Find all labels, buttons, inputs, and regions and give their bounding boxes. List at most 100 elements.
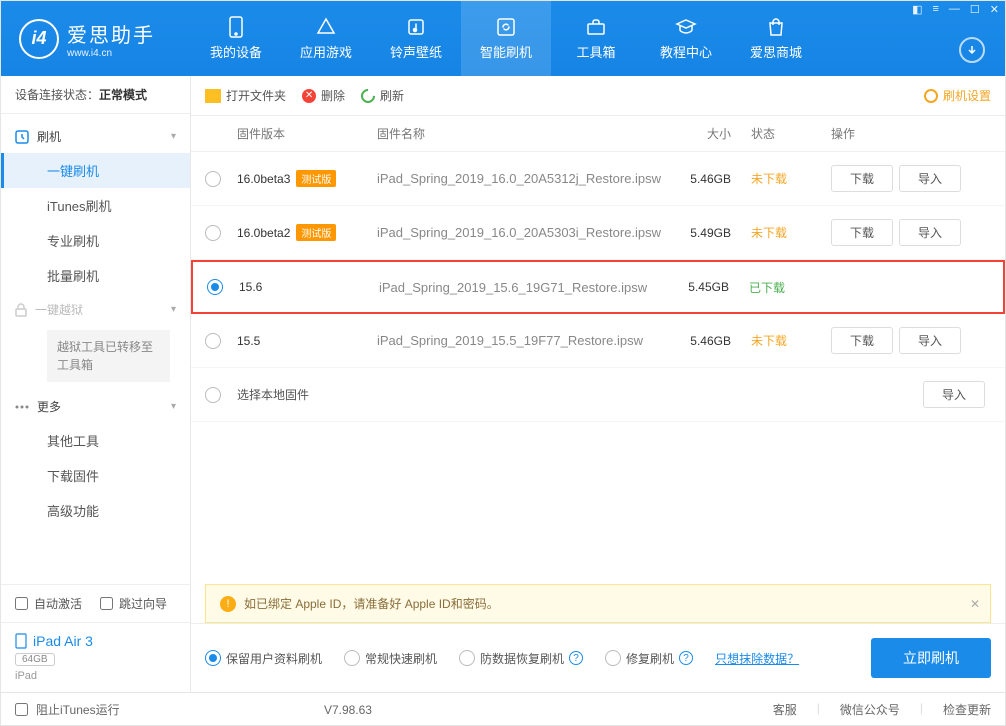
maximize-icon[interactable]: ☐: [970, 3, 980, 16]
radio-button[interactable]: [205, 650, 221, 666]
sidebar-item-other-tools[interactable]: 其他工具: [1, 423, 190, 458]
import-button[interactable]: 导入: [899, 165, 961, 192]
fw-name: iPad_Spring_2019_15.6_19G71_Restore.ipsw: [379, 280, 669, 295]
auto-activate-checkbox[interactable]: [15, 597, 28, 610]
option-repair[interactable]: 修复刷机 ?: [605, 650, 693, 667]
import-button[interactable]: 导入: [923, 381, 985, 408]
check-update-link[interactable]: 检查更新: [943, 701, 991, 718]
flash-settings-button[interactable]: 刷机设置: [924, 87, 991, 104]
sidebar-item-advanced[interactable]: 高级功能: [1, 493, 190, 528]
refresh-icon: [358, 86, 378, 106]
fw-version: 16.0beta2测试版: [237, 224, 377, 241]
table-row[interactable]: 15.6 iPad_Spring_2019_15.6_19G71_Restore…: [191, 260, 1005, 314]
footer: 阻止iTunes运行 V7.98.63 客服 | 微信公众号 | 检查更新: [1, 692, 1005, 726]
sidebar-item-download-fw[interactable]: 下载固件: [1, 458, 190, 493]
list-icon[interactable]: ≡: [932, 3, 938, 16]
wechat-link[interactable]: 微信公众号: [840, 701, 900, 718]
apps-icon: [315, 16, 337, 38]
fw-status: 已下载: [749, 279, 829, 296]
folder-icon: [205, 89, 221, 103]
download-manager-icon[interactable]: [959, 37, 985, 63]
help-icon[interactable]: ?: [679, 651, 693, 665]
chevron-down-icon: ▾: [171, 131, 176, 142]
toolbar: 打开文件夹 ✕ 删除 刷新 刷机设置: [191, 76, 1005, 116]
nav-flash[interactable]: 智能刷机: [461, 1, 551, 76]
version-label: V7.98.63: [324, 703, 372, 717]
option-normal[interactable]: 常规快速刷机: [344, 650, 437, 667]
fw-name: iPad_Spring_2019_16.0_20A5312j_Restore.i…: [377, 171, 671, 186]
device-info[interactable]: iPad Air 3 64GB iPad: [1, 622, 190, 692]
local-firmware-row[interactable]: 选择本地固件 导入: [191, 368, 1005, 422]
sidebar-item-oneclick-flash[interactable]: 一键刷机: [1, 153, 190, 188]
table-row[interactable]: 15.5 iPad_Spring_2019_15.5_19F77_Restore…: [191, 314, 1005, 368]
download-button[interactable]: 下载: [831, 327, 893, 354]
block-itunes-checkbox[interactable]: [15, 703, 28, 716]
sidebar-item-pro-flash[interactable]: 专业刷机: [1, 223, 190, 258]
refresh-button[interactable]: 刷新: [361, 87, 404, 104]
logo[interactable]: i4 爱思助手 www.i4.cn: [1, 19, 191, 59]
fw-name: iPad_Spring_2019_16.0_20A5303i_Restore.i…: [377, 225, 671, 240]
radio-button[interactable]: [459, 650, 475, 666]
app-header: i4 爱思助手 www.i4.cn 我的设备 应用游戏 铃声壁纸 智能刷机 工具…: [1, 1, 1005, 76]
close-notice-button[interactable]: ✕: [970, 597, 980, 611]
help-icon[interactable]: ?: [569, 651, 583, 665]
minimize-icon[interactable]: —: [949, 3, 960, 16]
lock-icon: [15, 303, 27, 317]
gear-icon: [924, 89, 938, 103]
local-firmware-label: 选择本地固件: [237, 386, 831, 403]
fw-status: 未下载: [751, 224, 831, 241]
flash-now-button[interactable]: 立即刷机: [871, 638, 991, 678]
table-row[interactable]: 16.0beta2测试版 iPad_Spring_2019_16.0_20A53…: [191, 206, 1005, 260]
radio-button[interactable]: [605, 650, 621, 666]
graduation-icon: [675, 16, 697, 38]
beta-badge: 测试版: [296, 224, 336, 241]
download-button[interactable]: 下载: [831, 219, 893, 246]
storage-badge: 64GB: [15, 653, 55, 666]
sidebar-item-itunes-flash[interactable]: iTunes刷机: [1, 188, 190, 223]
import-button[interactable]: 导入: [899, 219, 961, 246]
delete-button[interactable]: ✕ 删除: [302, 87, 345, 104]
chevron-down-icon: ▾: [171, 304, 176, 315]
music-icon: [405, 16, 427, 38]
nav-tutorials[interactable]: 教程中心: [641, 1, 731, 76]
erase-only-link[interactable]: 只想抹除数据？: [715, 650, 799, 667]
fw-size: 5.45GB: [669, 280, 749, 294]
notice-bar: ! 如已绑定 Apple ID，请准备好 Apple ID和密码。 ✕: [205, 584, 991, 623]
main-content: 打开文件夹 ✕ 删除 刷新 刷机设置 固件版本 固件名称 大小 状态 操作: [191, 76, 1005, 692]
skip-guide-checkbox[interactable]: [100, 597, 113, 610]
radio-button[interactable]: [205, 333, 221, 349]
nav-toolbox[interactable]: 工具箱: [551, 1, 641, 76]
delete-icon: ✕: [302, 89, 316, 103]
download-button[interactable]: 下载: [831, 165, 893, 192]
sidebar-group-flash[interactable]: 刷机 ▾: [1, 120, 190, 153]
close-icon[interactable]: ✕: [990, 3, 999, 16]
auto-activate-label: 自动激活: [34, 595, 82, 612]
import-button[interactable]: 导入: [899, 327, 961, 354]
option-keep-data[interactable]: 保留用户资料刷机: [205, 650, 322, 667]
sidebar-item-batch-flash[interactable]: 批量刷机: [1, 258, 190, 293]
col-status: 状态: [751, 125, 831, 142]
nav-apps[interactable]: 应用游戏: [281, 1, 371, 76]
radio-button[interactable]: [344, 650, 360, 666]
window-controls: ◧ ≡ — ☐ ✕: [912, 3, 999, 16]
table-header: 固件版本 固件名称 大小 状态 操作: [191, 116, 1005, 152]
nav-store[interactable]: 爱思商城: [731, 1, 821, 76]
nav-my-device[interactable]: 我的设备: [191, 1, 281, 76]
open-folder-button[interactable]: 打开文件夹: [205, 87, 286, 104]
sidebar-group-more[interactable]: 更多 ▾: [1, 390, 190, 423]
radio-button[interactable]: [205, 171, 221, 187]
fw-size: 5.46GB: [671, 334, 751, 348]
menu-icon[interactable]: ◧: [912, 3, 922, 16]
support-link[interactable]: 客服: [773, 701, 797, 718]
table-row[interactable]: 16.0beta3测试版 iPad_Spring_2019_16.0_20A53…: [191, 152, 1005, 206]
ipad-icon: [15, 633, 27, 649]
radio-button[interactable]: [205, 225, 221, 241]
nav-ringtones[interactable]: 铃声壁纸: [371, 1, 461, 76]
radio-button[interactable]: [205, 387, 221, 403]
device-type: iPad: [15, 670, 176, 682]
option-recovery[interactable]: 防数据恢复刷机 ?: [459, 650, 583, 667]
notice-text: 如已绑定 Apple ID，请准备好 Apple ID和密码。: [244, 595, 499, 612]
bag-icon: [765, 16, 787, 38]
warning-icon: !: [220, 596, 236, 612]
radio-button[interactable]: [207, 279, 223, 295]
